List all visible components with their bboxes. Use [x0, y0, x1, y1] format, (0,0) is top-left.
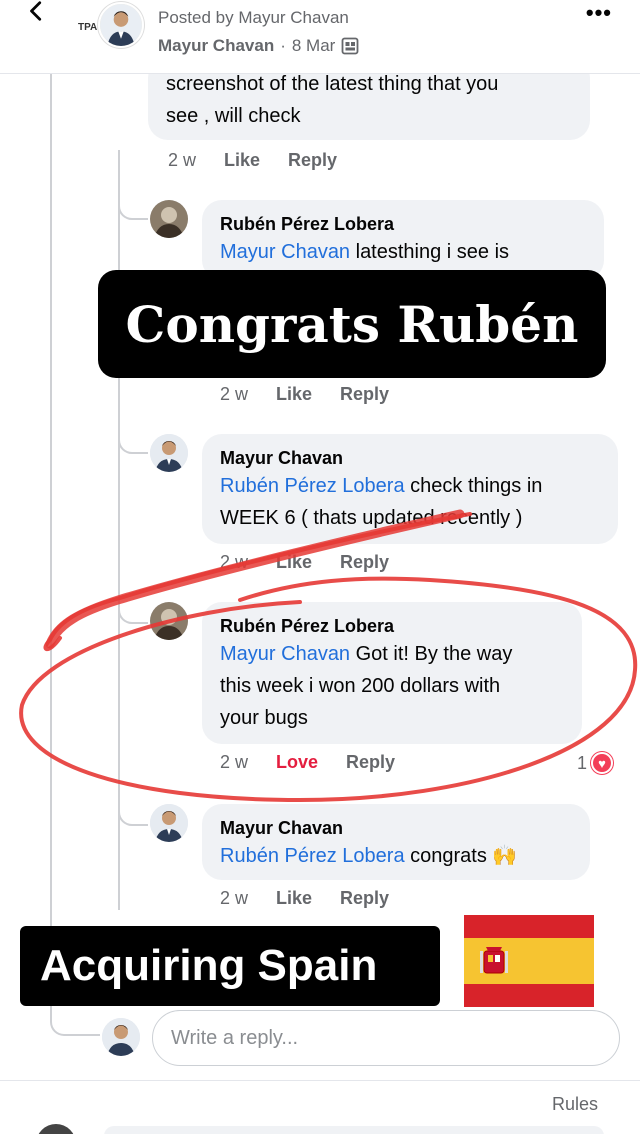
commenter-avatar[interactable]: [150, 434, 188, 472]
like-button[interactable]: Like: [276, 888, 312, 909]
comment-text-body: Got it! By the way: [350, 643, 513, 665]
comment-text: Rubén Pérez Lobera check things in: [220, 470, 600, 502]
comment-actions: 2 w Like Reply: [168, 150, 337, 171]
like-button[interactable]: Like: [224, 150, 260, 171]
person-avatar-icon: [100, 4, 142, 46]
congrats-banner: Congrats Rubén: [98, 270, 606, 378]
rules-link[interactable]: Rules: [552, 1094, 598, 1115]
comment-text-line: your bugs: [220, 707, 308, 729]
author-name[interactable]: Mayur Chavan: [158, 36, 274, 56]
group-privacy-icon: [341, 37, 359, 55]
reaction-count: 1: [577, 752, 588, 773]
reply-button[interactable]: Reply: [346, 752, 395, 773]
reply-button[interactable]: Reply: [288, 150, 337, 171]
comment-text: Mayur Chavan latesthing i see is: [220, 236, 586, 268]
person-avatar-icon: [150, 804, 188, 842]
heart-icon: ♥: [591, 752, 614, 774]
comment-time: 2 w: [220, 384, 249, 404]
comment-bubble: Mayur Chavan Rubén Pérez Lobera check th…: [202, 434, 618, 544]
comment-bubble: Rubén Pérez Lobera Mayur Chavan latesthi…: [202, 200, 604, 280]
comment-text: Rubén Pérez Lobera congrats 🙌: [220, 840, 572, 872]
reaction-summary[interactable]: 1 ♥: [577, 752, 614, 774]
like-button[interactable]: Like: [276, 552, 312, 573]
comment-bubble: Rubén Pérez Lobera Mayur Chavan Got it! …: [202, 602, 582, 744]
acquiring-spain-banner: Acquiring Spain: [20, 926, 440, 1006]
person-avatar-icon: [150, 200, 188, 238]
comment-actions: 2 w Like Reply: [220, 552, 389, 573]
commenter-name[interactable]: Rubén Pérez Lobera: [220, 614, 564, 638]
commenter-name[interactable]: Rubén Pérez Lobera: [220, 212, 586, 236]
mention-link[interactable]: Mayur Chavan: [220, 643, 350, 665]
person-avatar-icon: [150, 434, 188, 472]
comment-bubble: Mayur Chavan Rubén Pérez Lobera congrats…: [202, 804, 590, 880]
commenter-avatar[interactable]: [150, 804, 188, 842]
reply-button[interactable]: Reply: [340, 384, 389, 405]
comment-text: see , will check: [166, 105, 301, 127]
reply-connector: [118, 790, 148, 826]
separator: ·: [280, 36, 286, 55]
comment-time: 2 w: [220, 552, 249, 572]
group-tag: TPA: [78, 22, 98, 33]
comment-text-line: this week i won 200 dollars with: [220, 675, 501, 697]
comment-actions: 2 w Like Reply: [220, 384, 389, 405]
commenter-name[interactable]: Mayur Chavan: [220, 816, 572, 840]
commenter-name[interactable]: Mayur Chavan: [220, 446, 600, 470]
mention-link[interactable]: Rubén Pérez Lobera: [220, 845, 405, 867]
comment-text-body: congrats 🙌: [404, 845, 518, 867]
like-button[interactable]: Like: [276, 384, 312, 405]
mention-link[interactable]: Rubén Pérez Lobera: [220, 475, 405, 497]
mention-link[interactable]: Mayur Chavan: [220, 241, 350, 263]
post-date[interactable]: 8 Mar: [292, 36, 335, 56]
post-header: TPA Posted by Mayur Chavan Mayur Chavan …: [0, 0, 640, 74]
reply-connector: [118, 418, 148, 454]
love-button[interactable]: Love: [276, 752, 318, 773]
current-user-avatar: [102, 1018, 140, 1056]
reply-button[interactable]: Reply: [340, 888, 389, 909]
comment-text: Mayur Chavan Got it! By the way: [220, 638, 564, 670]
comment-time: 2 w: [168, 150, 197, 170]
comment-time: 2 w: [220, 752, 249, 772]
chevron-left-icon: [30, 1, 42, 21]
reply-connector: [118, 588, 148, 624]
comment-text-line: WEEK 6 ( thats updated recently ): [220, 507, 523, 529]
more-options-button[interactable]: •••: [586, 0, 612, 26]
back-button[interactable]: [22, 0, 52, 22]
post-meta: Mayur Chavan · 8 Mar: [158, 36, 359, 56]
thread-line: [50, 74, 52, 1014]
posted-by-label: Posted by Mayur Chavan: [158, 8, 349, 27]
author-avatar[interactable]: [98, 2, 144, 48]
commenter-avatar[interactable]: [150, 200, 188, 238]
comment-text-body: check things in: [404, 475, 543, 497]
reply-input[interactable]: Write a reply...: [152, 1010, 620, 1066]
comment-time: 2 w: [220, 888, 249, 908]
comment-actions: 2 w Love Reply: [220, 752, 395, 773]
person-avatar-icon: [102, 1018, 140, 1056]
comment-actions: 2 w Like Reply: [220, 888, 389, 909]
spain-flag-icon: [464, 915, 594, 1007]
comment-text-body: latesthing i see is: [350, 241, 510, 263]
person-avatar-icon: [150, 602, 188, 640]
reply-button[interactable]: Reply: [340, 552, 389, 573]
commenter-avatar[interactable]: [150, 602, 188, 640]
reply-connector: [118, 190, 148, 220]
next-comment-bubble: [104, 1126, 604, 1134]
